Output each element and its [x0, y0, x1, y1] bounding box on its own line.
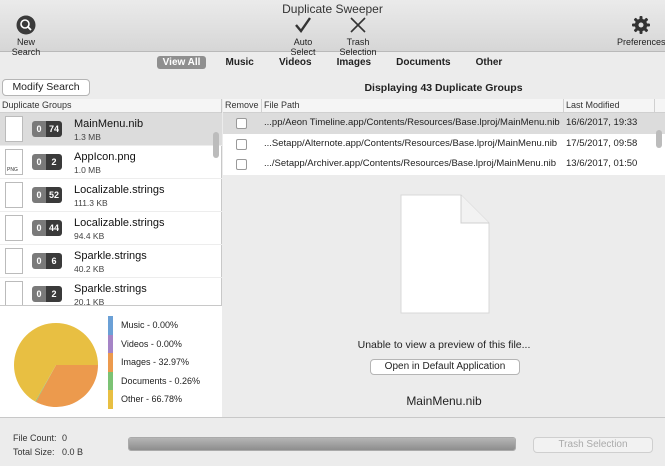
preferences-button[interactable]: Preferences	[617, 15, 665, 47]
group-size: 40.2 KB	[74, 264, 105, 274]
group-name: Localizable.strings	[74, 217, 165, 229]
file-count-label: File Count:	[13, 433, 57, 443]
preview-unavailable-message: Unable to view a preview of this file...	[357, 339, 531, 351]
group-size: 111.3 KB	[74, 198, 108, 208]
legend-swatch	[108, 334, 113, 353]
file-icon	[5, 182, 23, 208]
table-row[interactable]: ...pp/Aeon Timeline.app/Contents/Resourc…	[223, 113, 665, 134]
group-name: Sparkle.strings	[74, 250, 147, 262]
total-size-label: Total Size:	[13, 447, 55, 457]
category-filter-bar: View All Music Videos Images Documents O…	[0, 52, 665, 74]
remove-checkbox[interactable]	[236, 138, 247, 150]
file-table-header: Remove File Path Last Modified	[223, 99, 665, 113]
group-list-scrollbar[interactable]	[213, 132, 219, 158]
file-path: .../Setapp/Archiver.app/Contents/Resourc…	[264, 158, 557, 169]
preview-filename: MainMenu.nib	[406, 394, 482, 408]
trash-selection-toolbar-button[interactable]: Trash Selection	[328, 15, 388, 57]
legend-swatch	[108, 316, 113, 335]
last-modified: 13/6/2017, 01:50	[566, 158, 638, 169]
legend-label: Videos - 0.00%	[121, 338, 182, 349]
file-table: ...pp/Aeon Timeline.app/Contents/Resourc…	[223, 113, 665, 175]
file-table-scrollbar[interactable]	[656, 130, 662, 148]
group-size: 1.0 MB	[74, 165, 101, 175]
duplicate-groups-count: Displaying 43 Duplicate Groups	[364, 82, 523, 94]
duplicate-count-badge: 0 74	[32, 121, 62, 137]
new-search-button[interactable]: New Search	[2, 15, 50, 57]
filter-documents[interactable]: Documents	[390, 56, 456, 69]
last-modified: 17/5/2017, 09:58	[566, 137, 638, 149]
progress-fill	[129, 438, 515, 450]
modify-search-button[interactable]: Modify Search	[2, 79, 90, 96]
auto-select-button[interactable]: Auto Select	[280, 15, 326, 57]
last-modified: 16/6/2017, 19:33	[566, 117, 638, 128]
legend-label: Other - 66.78%	[121, 394, 183, 404]
status-bar: File Count: 0 Total Size: 0.0 B Trash Se…	[0, 417, 665, 466]
group-name: Sparkle.strings	[74, 283, 147, 295]
file-icon	[5, 281, 23, 305]
open-in-default-app-button[interactable]: Open in Default Application	[370, 359, 520, 375]
file-path-column-header[interactable]: File Path	[264, 100, 300, 110]
legend-swatch	[108, 353, 113, 372]
group-name: Localizable.strings	[74, 184, 165, 196]
legend-swatch	[108, 390, 113, 409]
file-count-value: 0	[62, 433, 68, 443]
group-size: 20.1 KB	[74, 297, 105, 305]
group-row[interactable]: 06 Sparkle.strings 40.2 KB	[0, 245, 222, 278]
checkmark-icon	[295, 17, 311, 33]
trash-selection-button[interactable]: Trash Selection	[533, 437, 653, 453]
group-row[interactable]: 02 AppIcon.png 1.0 MB	[0, 146, 222, 179]
remove-checkbox[interactable]	[236, 118, 247, 129]
filter-view-all[interactable]: View All	[156, 56, 207, 69]
file-type-breakdown: Music - 0.00% Videos - 0.00% Images - 32.9…	[0, 305, 222, 417]
duplicate-count-badge: 06	[32, 253, 62, 269]
document-icon	[400, 194, 490, 314]
filter-music[interactable]: Music	[220, 56, 260, 69]
group-name: MainMenu.nib	[74, 118, 144, 130]
group-name: AppIcon.png	[74, 151, 136, 163]
window-title: Duplicate Sweeper	[282, 2, 383, 16]
gear-icon	[632, 16, 650, 34]
toolbar: Duplicate Sweeper New Search Auto Select…	[0, 0, 665, 57]
remove-checkbox[interactable]	[236, 159, 247, 170]
table-row[interactable]: .../Setapp/Archiver.app/Contents/Resourc…	[223, 154, 665, 175]
file-path: ...Setapp/Alternote.app/Contents/Resourc…	[264, 137, 558, 149]
duplicate-groups-header: Duplicate Groups	[0, 99, 221, 113]
duplicate-count-badge: 02	[32, 286, 62, 302]
file-icon	[5, 116, 23, 142]
table-row[interactable]: ...Setapp/Alternote.app/Contents/Resourc…	[223, 134, 665, 155]
group-row[interactable]: 0 74 MainMenu.nib 1.3 MB	[0, 113, 222, 146]
filter-other[interactable]: Other	[470, 56, 509, 69]
last-modified-column-header[interactable]: Last Modified	[566, 100, 620, 110]
legend-swatch	[108, 371, 113, 390]
group-size: 94.4 KB	[74, 231, 105, 241]
group-size: 1.3 MB	[74, 132, 101, 142]
file-icon	[5, 248, 23, 274]
file-type-pie-chart	[14, 323, 99, 407]
file-detail-panel: Remove File Path Last Modified ...pp/Aeo…	[223, 99, 665, 417]
file-icon	[5, 215, 23, 241]
legend-label: Documents - 0.26%	[121, 375, 201, 386]
duplicate-group-list: 074 MainMenu.nib 1.3 MB 02 AppIcon.png 1…	[0, 113, 222, 305]
total-size-value: 0.0 B	[62, 447, 84, 457]
group-row[interactable]: 0 52 Localizable.strings 111.3 KB	[0, 179, 222, 212]
file-preview: Unable to view a preview of this file...…	[223, 179, 665, 417]
duplicate-groups-panel: Duplicate Groups 0 74 MainMenu.nib 1.3 MB…	[0, 99, 222, 417]
close-x-icon	[350, 17, 366, 33]
duplicate-count-badge: 02	[32, 154, 62, 170]
legend-label: Images - 32.97%	[121, 357, 190, 367]
legend-label: Music - 0.00%	[121, 320, 179, 330]
remove-column-header[interactable]: Remove	[225, 100, 259, 110]
preferences-label: Preferences	[617, 37, 665, 47]
search-icon	[16, 15, 36, 35]
filter-images[interactable]: Images	[331, 56, 377, 69]
group-row[interactable]: 02 Sparkle.strings 20.1 KB	[0, 278, 222, 305]
png-file-icon	[5, 149, 23, 175]
progress-bar	[128, 437, 516, 451]
filter-videos[interactable]: Videos	[273, 56, 318, 69]
duplicate-count-badge: 0 52	[32, 187, 62, 203]
duplicate-count-badge: 0 44	[32, 220, 62, 236]
group-row[interactable]: 0 44 Localizable.strings 94.4 KB	[0, 212, 222, 245]
file-path: ...pp/Aeon Timeline.app/Contents/Resourc…	[264, 117, 560, 128]
